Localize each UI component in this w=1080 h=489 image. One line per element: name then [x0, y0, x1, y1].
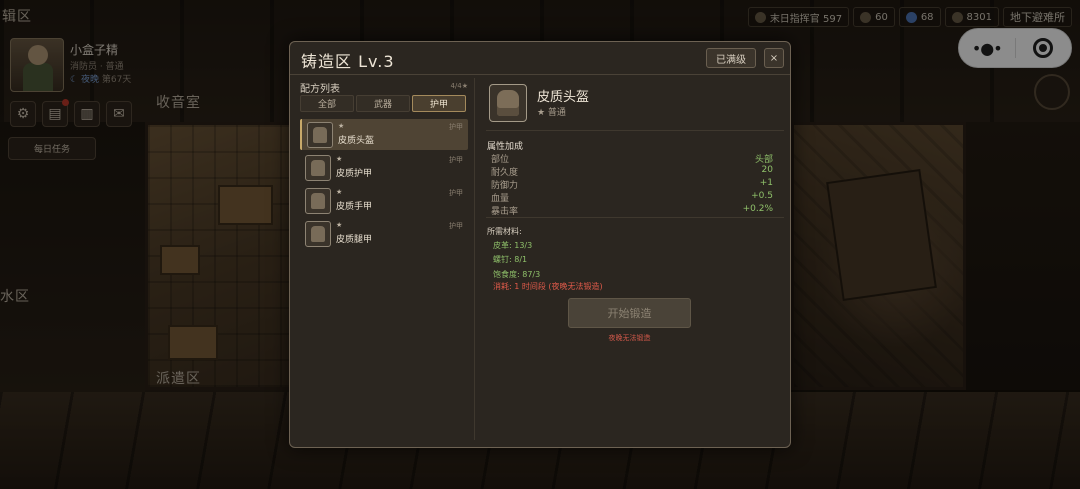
recipe-name: 皮质护甲 — [336, 169, 373, 179]
star-icon: ★ — [336, 221, 343, 229]
item-rarity: ★ 普通 — [537, 108, 566, 118]
time-cost: 消耗: 1 时间段 (夜晚无法锻造) — [493, 282, 603, 291]
forge-disabled-note: 夜晚无法锻造 — [608, 334, 651, 342]
attribute-row: 血量 +0.5 — [491, 191, 773, 204]
recipe-category: 护甲 — [449, 123, 463, 131]
satiety-requirement: 饱食度: 87/3 — [493, 270, 541, 279]
recipe-item[interactable]: ★ 皮质手甲 护甲 — [300, 185, 468, 216]
attribute-value: 20 — [761, 165, 773, 175]
attribute-row: 防御力 +1 — [491, 178, 773, 191]
recipe-name: 皮质腿甲 — [336, 235, 373, 245]
recipe-name: 皮质头盔 — [338, 136, 375, 146]
helmet-icon — [307, 122, 333, 148]
recipe-item[interactable]: ★ 皮质腿甲 护甲 — [300, 218, 468, 249]
recipe-category: 护甲 — [449, 156, 463, 164]
item-name: 皮质头盔 — [537, 90, 590, 105]
star-icon: ★ — [336, 155, 343, 163]
recipe-pane: 配方列表 4/4★ 全部 武器 护甲 ★ 皮质头盔 护甲 ★ 皮质护甲 护甲 ★ — [300, 80, 468, 440]
attribute-key: 防御力 — [491, 181, 519, 191]
recipe-item[interactable]: ★ 皮质护甲 护甲 — [300, 152, 468, 183]
pane-divider — [474, 78, 475, 440]
recipe-list-header: 配方列表 — [300, 84, 340, 95]
attribute-list: 部位 头部 耐久度 20 防御力 +1 血量 +0.5 暴击率 +0.2% — [491, 152, 773, 217]
materials-title: 所需材料: — [487, 227, 522, 236]
close-icon[interactable]: × — [764, 48, 784, 68]
recipe-count: 4/4★ — [450, 82, 468, 90]
material-leather: 皮革: 13/3 — [493, 241, 533, 250]
star-icon: ★ — [338, 122, 345, 130]
divider — [290, 74, 790, 75]
item-detail-pane: 皮质头盔 ★ 普通 属性加成 部位 头部 耐久度 20 防御力 +1 血量 +0.5 暴… — [486, 80, 784, 440]
gauntlet-icon — [305, 188, 331, 214]
recipe-tabs: 全部 武器 护甲 — [300, 95, 466, 112]
start-forge-button[interactable]: 开始锻造 — [568, 298, 691, 328]
material-screws: 螺钉: 8/1 — [493, 255, 528, 264]
attribute-row: 暴击率 +0.2% — [491, 204, 773, 217]
attribute-value: +0.5 — [751, 191, 773, 201]
recipe-category: 护甲 — [449, 189, 463, 197]
greaves-icon — [305, 221, 331, 247]
attribute-key: 血量 — [491, 194, 510, 204]
tab-armor[interactable]: 护甲 — [412, 95, 466, 112]
divider — [486, 217, 784, 218]
tab-weapon[interactable]: 武器 — [356, 95, 410, 112]
star-icon: ★ — [336, 188, 343, 196]
attribute-key: 耐久度 — [491, 168, 519, 178]
tab-all[interactable]: 全部 — [300, 95, 354, 112]
recipe-category: 护甲 — [449, 222, 463, 230]
recipe-list: ★ 皮质头盔 护甲 ★ 皮质护甲 护甲 ★ 皮质手甲 护甲 ★ 皮质腿甲 护甲 — [300, 119, 468, 251]
recipe-name: 皮质手甲 — [336, 202, 373, 212]
attributes-title: 属性加成 — [487, 142, 524, 152]
attribute-key: 部位 — [491, 155, 510, 165]
forge-modal: 铸造区 Lv.3 已满级 × 配方列表 4/4★ 全部 武器 护甲 ★ 皮质头盔… — [289, 41, 791, 448]
attribute-key: 暴击率 — [491, 207, 519, 217]
attribute-row: 耐久度 20 — [491, 165, 773, 178]
recipe-item[interactable]: ★ 皮质头盔 护甲 — [300, 119, 468, 150]
divider — [486, 130, 784, 131]
helmet-icon — [489, 84, 527, 122]
attribute-row: 部位 头部 — [491, 152, 773, 165]
modal-title: 铸造区 Lv.3 — [301, 52, 395, 71]
attribute-value: +0.2% — [742, 204, 773, 214]
max-level-button[interactable]: 已满级 — [706, 48, 756, 68]
armor-icon — [305, 155, 331, 181]
attribute-value: +1 — [759, 178, 773, 188]
attribute-value: 头部 — [754, 155, 773, 165]
